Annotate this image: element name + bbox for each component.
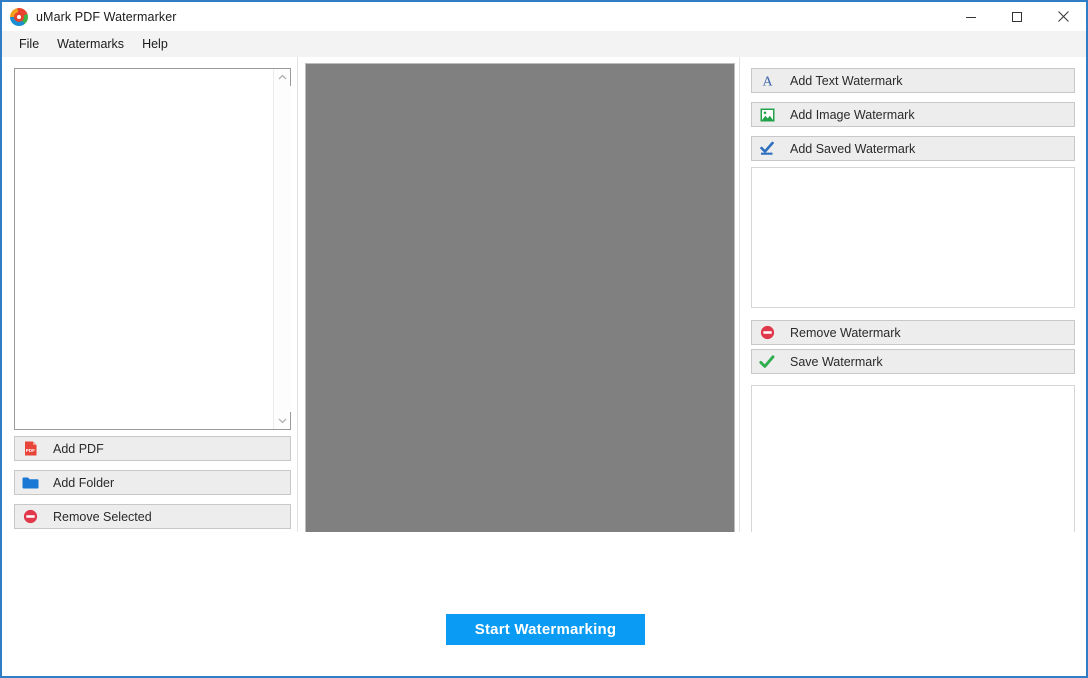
add-pdf-label: Add PDF bbox=[53, 441, 104, 456]
window-controls bbox=[948, 2, 1086, 31]
save-watermark-label: Save Watermark bbox=[790, 354, 883, 369]
remove-selected-label: Remove Selected bbox=[53, 509, 152, 524]
add-saved-watermark-label: Add Saved Watermark bbox=[790, 141, 916, 156]
pdf-preview-area[interactable] bbox=[305, 63, 735, 580]
footer: Start Watermarking bbox=[2, 532, 1086, 676]
left-panel: PDF Add PDF Add Folder Remove Selected bbox=[2, 57, 297, 586]
center-panel bbox=[298, 57, 739, 586]
pdf-file-list-content[interactable] bbox=[15, 69, 273, 429]
save-watermark-button[interactable]: Save Watermark bbox=[751, 349, 1075, 374]
window-title: uMark PDF Watermarker bbox=[36, 9, 177, 24]
chevron-down-icon[interactable] bbox=[274, 412, 291, 429]
preview-frame bbox=[302, 60, 738, 583]
add-text-watermark-button[interactable]: A Add Text Watermark bbox=[751, 68, 1075, 93]
menu-bar: File Watermarks Help bbox=[2, 31, 1086, 57]
add-pdf-button[interactable]: PDF Add PDF bbox=[14, 436, 291, 461]
add-text-watermark-label: Add Text Watermark bbox=[790, 73, 903, 88]
check-icon bbox=[752, 354, 782, 369]
saved-check-icon bbox=[752, 141, 782, 156]
menu-item-watermarks[interactable]: Watermarks bbox=[48, 34, 133, 54]
remove-circle-icon bbox=[15, 509, 45, 524]
remove-circle-icon bbox=[752, 325, 782, 340]
minimize-icon[interactable] bbox=[948, 2, 994, 31]
menu-item-help[interactable]: Help bbox=[133, 34, 177, 54]
app-window: uMark PDF Watermarker File Watermarks He… bbox=[0, 0, 1088, 678]
add-saved-watermark-button[interactable]: Add Saved Watermark bbox=[751, 136, 1075, 161]
add-folder-label: Add Folder bbox=[53, 475, 115, 490]
add-image-watermark-label: Add Image Watermark bbox=[790, 107, 915, 122]
add-image-watermark-button[interactable]: Add Image Watermark bbox=[751, 102, 1075, 127]
watermark-list[interactable] bbox=[751, 167, 1075, 308]
right-panel: A Add Text Watermark Add Image Watermark bbox=[740, 57, 1086, 586]
chevron-up-icon[interactable] bbox=[274, 69, 291, 86]
add-folder-button[interactable]: Add Folder bbox=[14, 470, 291, 495]
menu-item-file[interactable]: File bbox=[10, 34, 48, 54]
pdf-file-list[interactable] bbox=[14, 68, 291, 430]
start-watermarking-button[interactable]: Start Watermarking bbox=[446, 614, 645, 645]
svg-text:PDF: PDF bbox=[25, 448, 34, 453]
remove-watermark-button[interactable]: Remove Watermark bbox=[751, 320, 1075, 345]
svg-text:A: A bbox=[762, 74, 773, 88]
image-icon bbox=[752, 108, 782, 122]
scrollbar-track[interactable] bbox=[273, 86, 291, 412]
close-icon[interactable] bbox=[1040, 2, 1086, 31]
title-bar: uMark PDF Watermarker bbox=[2, 2, 1086, 31]
pdf-file-icon: PDF bbox=[15, 441, 45, 456]
remove-watermark-label: Remove Watermark bbox=[790, 325, 901, 340]
maximize-icon[interactable] bbox=[994, 2, 1040, 31]
remove-selected-button[interactable]: Remove Selected bbox=[14, 504, 291, 529]
umark-logo-icon bbox=[10, 7, 28, 26]
text-a-icon: A bbox=[752, 73, 782, 88]
pdf-file-list-scrollbar[interactable] bbox=[273, 69, 291, 429]
folder-icon bbox=[15, 476, 45, 490]
